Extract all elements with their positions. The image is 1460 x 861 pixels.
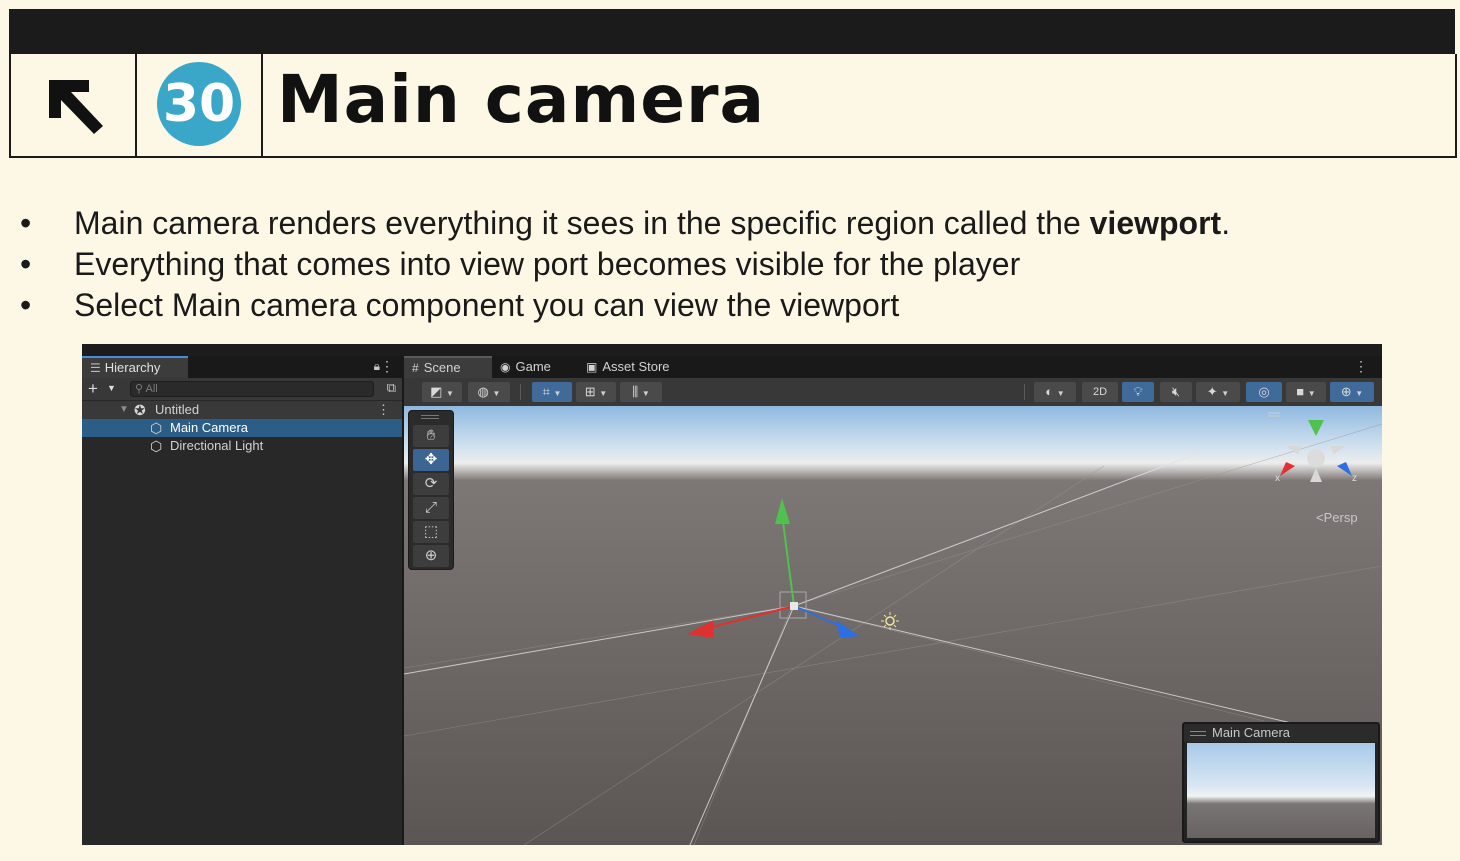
transform-tool-icon[interactable]: ⊕	[413, 545, 449, 567]
axis-gizmo-icon: x z	[1268, 412, 1357, 484]
ruler-icon: ⫼	[632, 384, 639, 399]
bullet-text: Everything that comes into view port bec…	[74, 246, 1021, 282]
scene-visibility-icon[interactable]: ⧉	[387, 380, 396, 396]
grid-snap-dropdown[interactable]: ⊞ ▼	[576, 382, 616, 402]
axis-z-label: z	[1352, 473, 1357, 484]
hierarchy-item-label: Main Camera	[170, 420, 249, 435]
gameobject-cube-icon: ⬡	[150, 438, 163, 454]
chevron-down-icon[interactable]: ▼	[107, 383, 116, 393]
hand-tool-icon[interactable]: ✋︎	[413, 425, 449, 447]
projection-toggle[interactable]: <Persp	[1316, 510, 1358, 525]
global-local-dropdown[interactable]: ◍ ▼	[468, 382, 510, 402]
scene-row[interactable]: ▼ ✪ Untitled ⋮	[82, 401, 402, 419]
axis-x-label: x	[1275, 473, 1280, 484]
move-tool-icon[interactable]: ✥	[413, 449, 449, 471]
projection-label: Persp	[1323, 510, 1358, 525]
tool-palette: ✋︎ ✥ ⟳ ⤢ ⬚ ⊕	[408, 410, 454, 570]
tab-scene-label: Scene	[423, 360, 461, 375]
lighting-toggle-icon[interactable]: 💡︎	[1122, 382, 1154, 402]
search-placeholder: All	[145, 383, 158, 395]
hierarchy-panel: ☰ Hierarchy 🔒︎ ⋮ + ▼ ⚲ All ⧉ ▼ ✪ Untitled…	[82, 356, 404, 845]
tab-game-label: Game	[515, 359, 551, 374]
camera-preview-image	[1187, 743, 1375, 838]
scene-viewport[interactable]: ✋︎ ✥ ⟳ ⤢ ⬚ ⊕ x z <Persp Main Camera	[404, 406, 1382, 845]
sphere-icon: ◐	[1045, 384, 1054, 399]
unity-editor: ☰ Hierarchy 🔒︎ ⋮ + ▼ ⚲ All ⧉ ▼ ✪ Untitled…	[82, 344, 1382, 845]
add-button[interactable]: +	[88, 379, 98, 399]
tab-scene[interactable]: # Scene	[404, 356, 492, 378]
snap-icon: ⌗	[542, 384, 550, 399]
gizmos-icon: ⊕	[1340, 384, 1352, 399]
snap-toggle[interactable]: ⌗ ▼	[532, 382, 572, 402]
bullet-text-end: .	[1221, 205, 1231, 241]
camera-preview-overlay[interactable]: Main Camera	[1182, 722, 1380, 843]
bullet-item: • Select Main camera component you can vi…	[20, 287, 900, 323]
camera-icon: ■	[1296, 384, 1305, 399]
header-bar	[9, 9, 1455, 54]
effects-dropdown[interactable]: ✦ ▼	[1196, 382, 1240, 402]
shopping-bag-icon: ▣	[586, 360, 598, 374]
scene-toolbar: ◩ ▼ ◍ ▼ ⌗ ▼ ⊞ ▼ ⫼ ▼ ◐ ▼ 2D 💡︎ 🔇︎ ✦ ▼ ◎ ■…	[404, 378, 1382, 406]
arrow-up-left-icon[interactable]	[11, 54, 135, 156]
hierarchy-tree: ▼ ✪ Untitled ⋮ ⬡ Main Camera ⬡ Direction…	[82, 400, 402, 845]
bullet-item: • Main camera renders everything it sees …	[20, 205, 1231, 241]
bullet-text: Select Main camera component you can vie…	[74, 287, 900, 323]
rotate-tool-icon[interactable]: ⟳	[413, 473, 449, 495]
more-options-icon[interactable]: ⋮	[377, 401, 390, 419]
orientation-gizmo[interactable]: x z <Persp	[1258, 406, 1378, 536]
shading-mode-dropdown[interactable]: ◐ ▼	[1034, 382, 1076, 402]
hierarchy-toolbar: + ▼ ⚲ All ⧉	[82, 378, 402, 400]
draw-mode-dropdown[interactable]: ◩ ▼	[422, 382, 462, 402]
gamepad-icon: ◉	[500, 360, 511, 374]
drag-handle[interactable]	[421, 415, 439, 419]
bullet-item: • Everything that comes into view port be…	[20, 246, 1021, 282]
draw-mode-icon: ◩	[430, 384, 443, 399]
hierarchy-search-input[interactable]: ⚲ All	[130, 381, 374, 397]
toggle-2d-button[interactable]: 2D	[1082, 382, 1118, 402]
hierarchy-item-main-camera[interactable]: ⬡ Main Camera	[82, 419, 402, 437]
slide-title: Main camera	[277, 61, 766, 138]
scene-name: Untitled	[155, 402, 200, 417]
slide-number-badge: 30	[157, 62, 241, 146]
increment-snap-dropdown[interactable]: ⫼ ▼	[620, 382, 662, 402]
hierarchy-item-label: Directional Light	[170, 438, 264, 453]
scene-tabbar: # Scene ◉ Game ▣ Asset Store ⋮	[404, 356, 1382, 378]
drag-handle[interactable]	[1190, 731, 1206, 736]
hierarchy-item-directional-light[interactable]: ⬡ Directional Light	[82, 437, 402, 455]
hierarchy-tabbar: ☰ Hierarchy 🔒︎ ⋮	[82, 356, 402, 378]
grid-icon: #	[412, 361, 419, 375]
bullet-list: • Main camera renders everything it sees …	[20, 203, 1230, 326]
search-icon: ⚲	[135, 383, 146, 395]
camera-preview-header: Main Camera	[1184, 724, 1378, 742]
rect-tool-icon[interactable]: ⬚	[413, 521, 449, 543]
scale-tool-icon[interactable]: ⤢	[413, 497, 449, 519]
gameobject-cube-icon: ⬡	[150, 420, 163, 436]
camera-preview-title: Main Camera	[1212, 725, 1291, 740]
chevron-left-icon: <	[1316, 510, 1324, 525]
scene-panel: # Scene ◉ Game ▣ Asset Store ⋮ ◩ ▼ ◍ ▼ ⌗ ▼ …	[404, 356, 1382, 845]
list-icon: ☰	[90, 361, 101, 375]
back-cell[interactable]	[11, 54, 137, 156]
gizmos-dropdown[interactable]: ⊕ ▼	[1330, 382, 1374, 402]
slide-number-cell: 30	[137, 54, 263, 156]
fold-arrow-icon[interactable]: ▼	[119, 401, 129, 419]
tab-game[interactable]: ◉ Game	[492, 356, 578, 378]
bullet-text: Main camera renders everything it sees i…	[74, 205, 1090, 241]
audio-toggle-icon[interactable]: 🔇︎	[1160, 382, 1192, 402]
tab-asset-store-label: Asset Store	[602, 359, 670, 374]
more-options-icon[interactable]: ⋮	[1354, 358, 1368, 375]
title-row: 30 Main camera	[9, 54, 1457, 158]
editor-top-strip	[82, 344, 1382, 356]
globe-icon: ◍	[477, 384, 489, 399]
grid-snap-icon: ⊞	[584, 384, 596, 399]
scene-visibility-toggle-icon[interactable]: ◎	[1246, 382, 1282, 402]
camera-settings-dropdown[interactable]: ■ ▼	[1286, 382, 1326, 402]
tab-hierarchy-label: Hierarchy	[104, 360, 161, 375]
bullet-bold-text: viewport	[1089, 205, 1222, 241]
effects-icon: ✦	[1206, 384, 1218, 399]
tab-asset-store[interactable]: ▣ Asset Store	[578, 356, 688, 378]
more-options-icon[interactable]: ⋮	[380, 358, 394, 375]
unity-scene-icon: ✪	[134, 402, 146, 418]
tab-hierarchy[interactable]: ☰ Hierarchy	[82, 356, 188, 378]
